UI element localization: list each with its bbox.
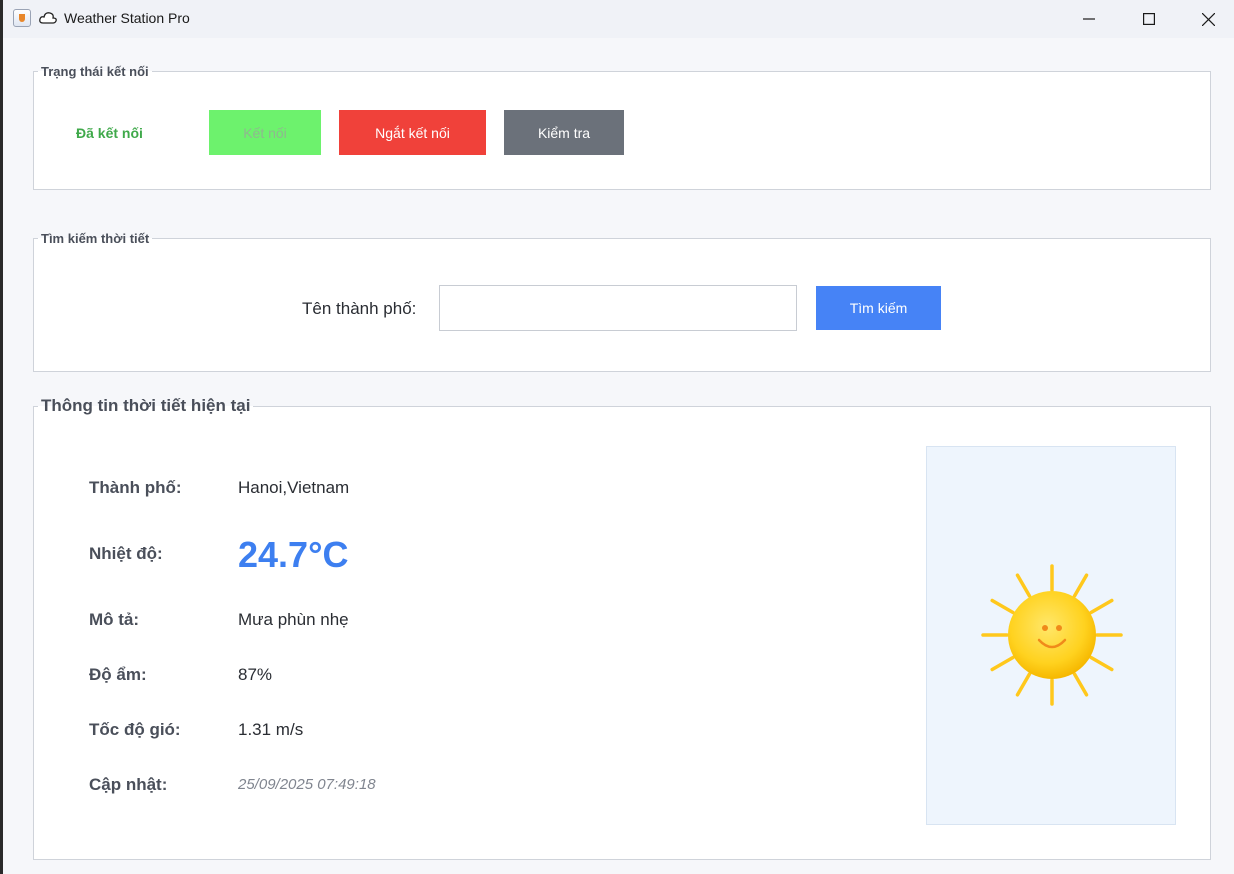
search-legend: Tìm kiếm thời tiết	[41, 231, 150, 246]
window-title: Weather Station Pro	[64, 10, 190, 26]
maximize-button[interactable]	[1126, 0, 1172, 38]
java-cup-icon	[13, 9, 31, 27]
title-bar[interactable]: Weather Station Pro	[3, 0, 1234, 38]
close-button[interactable]	[1185, 0, 1231, 38]
disconnect-button[interactable]: Ngắt kết nối	[339, 110, 486, 155]
description-value: Mưa phùn nhẹ	[238, 610, 349, 629]
connection-legend: Trạng thái kết nối	[41, 64, 149, 79]
sun-icon	[981, 564, 1123, 706]
city-label: Thành phố:	[89, 478, 182, 497]
minimize-icon	[1083, 18, 1095, 20]
connection-status: Đã kết nối	[76, 125, 143, 141]
weather-icon-box	[926, 446, 1176, 825]
wind-speed-value: 1.31 m/s	[238, 720, 304, 739]
temperature-value: 24.7°C	[238, 534, 349, 575]
maximize-icon	[1143, 13, 1155, 25]
city-value: Hanoi,Vietnam	[238, 478, 350, 497]
wind-speed-label: Tốc độ gió:	[89, 720, 181, 739]
weather-legend: Thông tin thời tiết hiện tại	[41, 396, 251, 415]
description-label: Mô tả:	[89, 610, 140, 629]
temperature-label: Nhiệt độ:	[89, 544, 163, 563]
city-input-label: Tên thành phố:	[302, 299, 417, 318]
humidity-value: 87%	[238, 665, 273, 684]
search-button[interactable]: Tìm kiếm	[816, 286, 941, 330]
humidity-label: Độ ẩm:	[89, 665, 147, 684]
cloud-icon	[39, 12, 57, 24]
close-icon	[1201, 12, 1215, 26]
city-input[interactable]	[439, 285, 797, 331]
updated-value: 25/09/2025 07:49:18	[238, 776, 376, 793]
check-button[interactable]: Kiểm tra	[504, 110, 624, 155]
connect-button[interactable]: Kết nối	[209, 110, 321, 155]
minimize-button[interactable]	[1066, 0, 1112, 38]
app-window: Weather Station Pro Trạng thái kết nối Đ…	[0, 0, 1234, 874]
updated-label: Cập nhật:	[89, 775, 168, 794]
